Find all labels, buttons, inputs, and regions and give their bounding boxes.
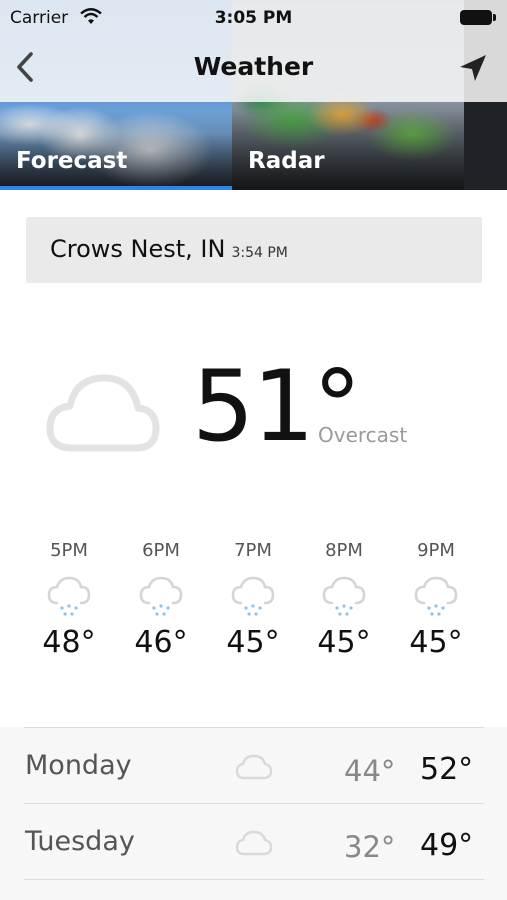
status-bar: Carrier 3:05 PM [0, 0, 507, 36]
current-condition: Overcast [318, 423, 408, 447]
hourly-item: 9PM 45° [396, 540, 476, 660]
day-name: Monday [25, 750, 132, 781]
hourly-item: 7PM 45° [213, 540, 293, 660]
hour-temperature: 45° [409, 625, 463, 660]
location-arrow-icon[interactable] [456, 52, 490, 84]
hour-time: 8PM [325, 540, 363, 561]
hour-time: 5PM [50, 540, 88, 561]
hour-time: 9PM [417, 540, 455, 561]
rain-cloud-icon [414, 576, 458, 616]
hour-temperature: 45° [226, 625, 280, 660]
status-time: 3:05 PM [214, 8, 293, 28]
low-temperature: 32° [344, 830, 396, 864]
hour-temperature: 48° [42, 625, 96, 660]
hourly-item: 6PM 46° [121, 540, 201, 660]
daily-forecast-list: Monday 44° 52° Tuesday 32° 49° [0, 727, 507, 900]
page-title: Weather [193, 52, 314, 81]
hourly-item: 8PM 45° [304, 540, 384, 660]
rain-cloud-icon [47, 576, 91, 616]
daily-row-divider [24, 879, 484, 900]
rain-cloud-icon [139, 576, 183, 616]
rain-cloud-icon [322, 576, 366, 616]
battery-tip [493, 14, 496, 21]
cloud-icon [235, 830, 273, 856]
updated-time: 3:54 PM [231, 245, 288, 261]
location-name: Crows Nest, IN [50, 235, 226, 263]
hourly-item: 5PM 48° [29, 540, 109, 660]
daily-row[interactable]: Tuesday 32° 49° [24, 803, 484, 880]
tab-forecast[interactable]: Forecast [16, 148, 127, 174]
low-temperature: 44° [344, 754, 396, 788]
hour-time: 6PM [142, 540, 180, 561]
hour-time: 7PM [234, 540, 272, 561]
battery-icon [460, 10, 492, 25]
day-name: Tuesday [25, 826, 135, 857]
tab-radar[interactable]: Radar [248, 148, 325, 174]
rain-cloud-icon [231, 576, 275, 616]
location-header: Crows Nest, IN 3:54 PM [26, 217, 482, 283]
weather-screen: Carrier 3:05 PM Weather Forecast Radar C… [0, 0, 507, 900]
cloud-icon [235, 754, 273, 780]
location-line: Crows Nest, IN 3:54 PM [50, 235, 288, 263]
hour-temperature: 46° [134, 625, 188, 660]
selected-tab-indicator [0, 186, 232, 190]
high-temperature: 49° [420, 828, 474, 863]
navigation-bar: Carrier 3:05 PM Weather [0, 0, 507, 102]
hour-temperature: 45° [317, 625, 371, 660]
daily-row[interactable]: Monday 44° 52° [24, 727, 484, 804]
cloud-icon [46, 374, 160, 452]
high-temperature: 52° [420, 752, 474, 787]
